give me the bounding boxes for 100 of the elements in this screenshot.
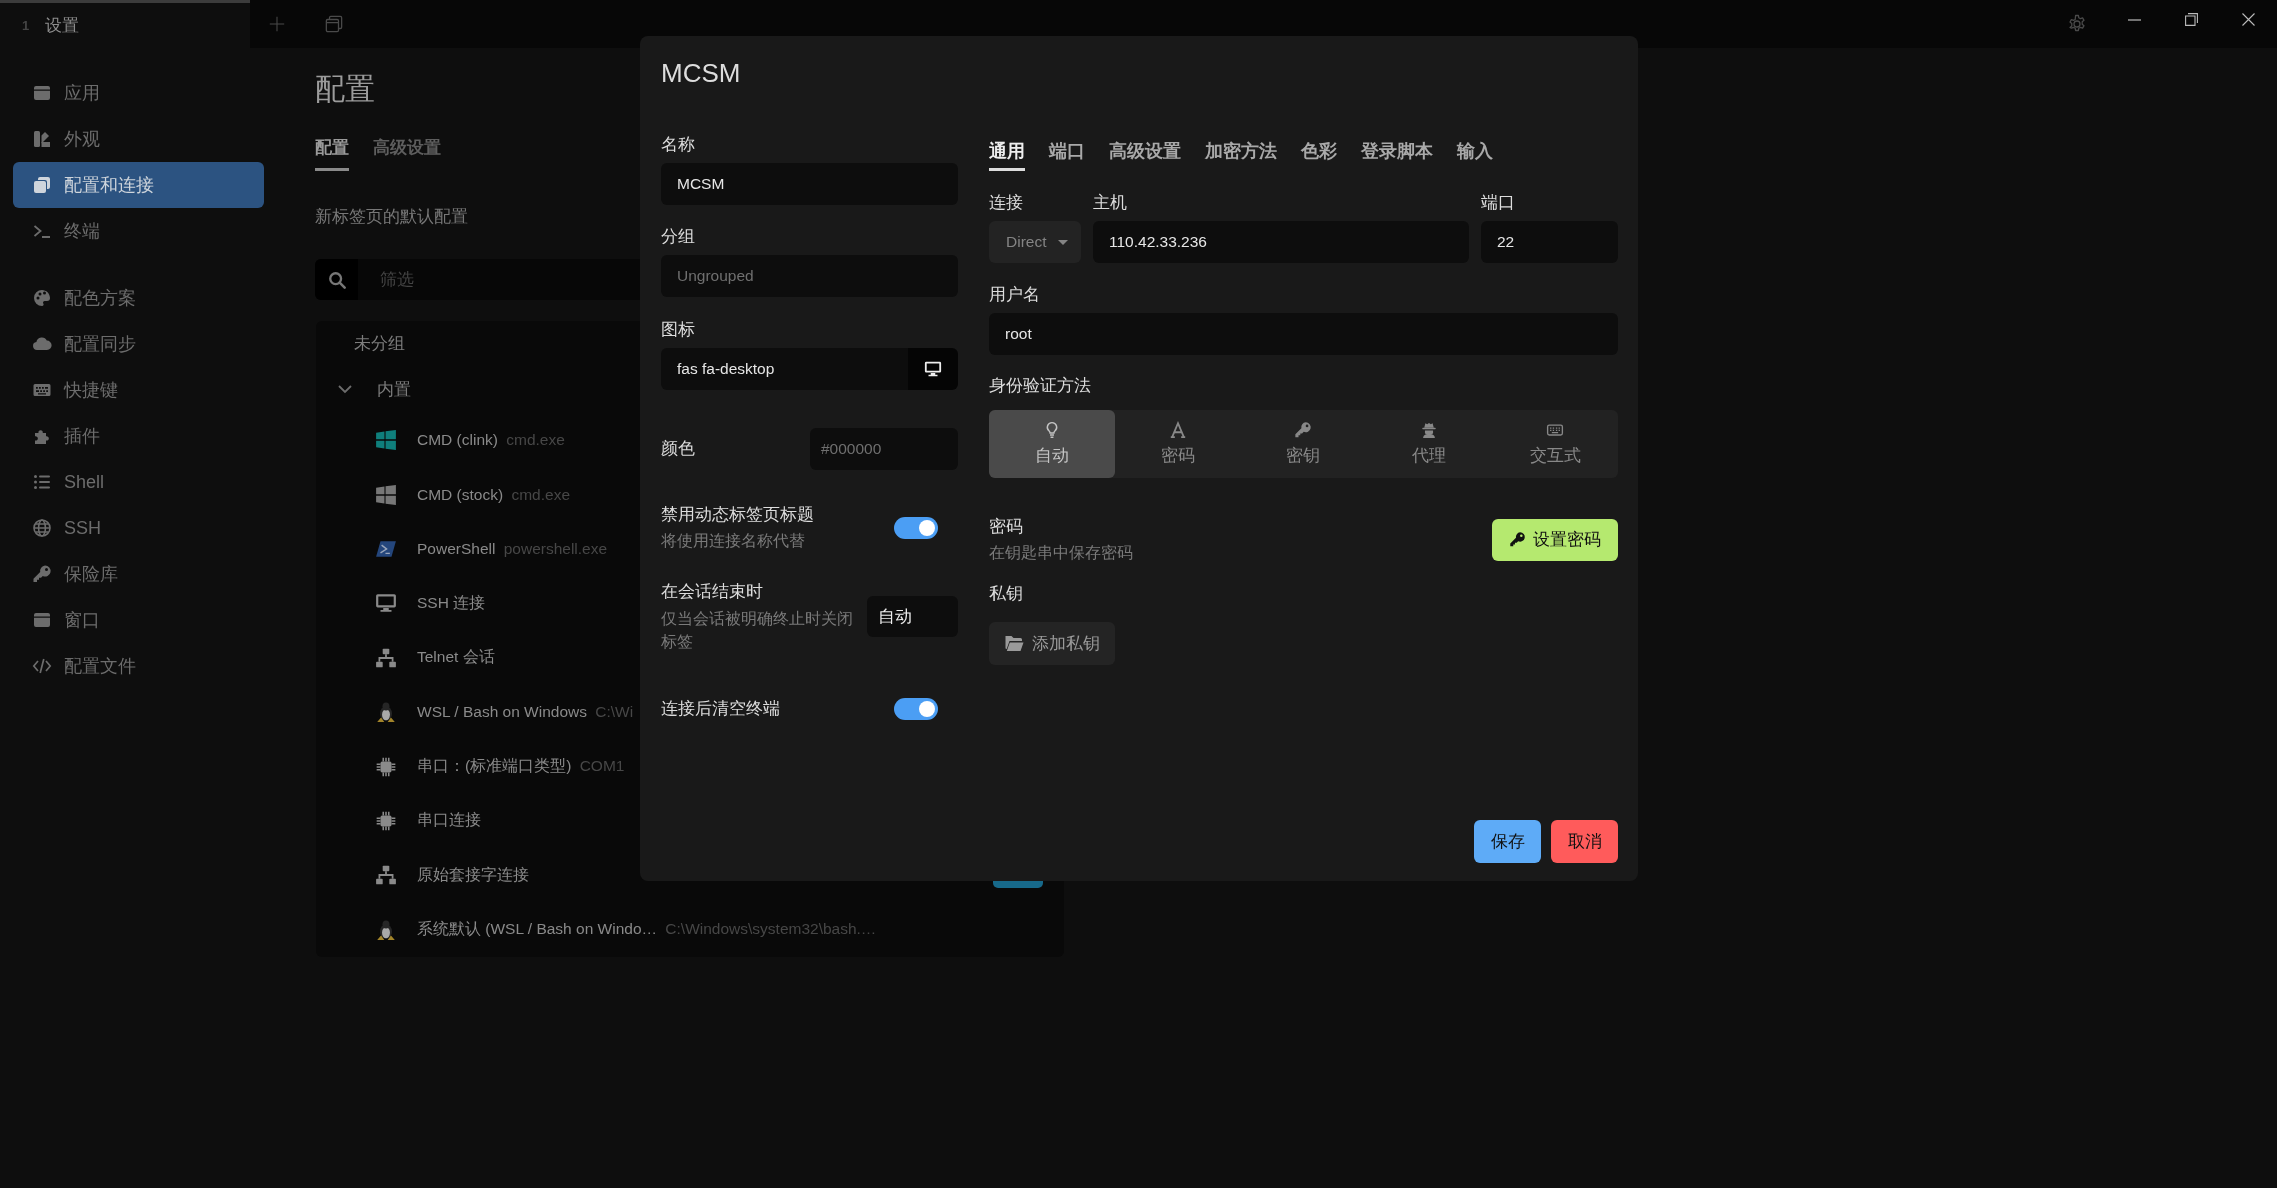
profile-item[interactable]: 原始套接字连接 [375, 848, 534, 903]
sidebar-item[interactable]: 应用 [13, 70, 264, 116]
setting-label: 在会话结束时 [661, 581, 763, 603]
field-label: 连接 [989, 192, 1023, 214]
sidebar-item[interactable]: 快捷键 [13, 367, 264, 413]
copy-icon [32, 175, 52, 195]
tab[interactable]: 加密方法 [1205, 139, 1277, 171]
name-field[interactable]: MCSM [661, 163, 958, 205]
profile-item[interactable]: 串口：(标准端口类型) COM1 [375, 739, 625, 794]
palette-icon [32, 288, 52, 308]
session-end-select[interactable]: 自动 [867, 596, 958, 637]
profile-item[interactable]: Telnet 会话 [375, 630, 499, 685]
chip-icon [375, 755, 397, 778]
field-label: 主机 [1093, 192, 1127, 214]
swatchbook-icon [32, 129, 52, 149]
partial-button[interactable] [993, 881, 1043, 888]
sidebar-item[interactable]: 保险库 [13, 551, 264, 597]
cancel-button[interactable]: 取消 [1551, 820, 1618, 863]
profile-item[interactable]: PowerShell powershell.exe [375, 521, 608, 577]
setting-label: 禁用动态标签页标题 [661, 504, 814, 526]
field-label: 颜色 [661, 438, 695, 460]
sidebar-item[interactable]: 配置同步 [13, 321, 264, 367]
setting-label: 密码 [989, 516, 1023, 538]
field-label: 身份验证方法 [989, 375, 1091, 397]
network-icon [375, 864, 397, 887]
windows-logo-icon [375, 483, 397, 506]
monitor-icon [923, 360, 943, 378]
field-label: 图标 [661, 319, 695, 341]
section-title: 新标签页的默认配置 [315, 206, 468, 228]
field-label: 私钥 [989, 583, 1023, 605]
tab[interactable]: 登录脚本 [1361, 139, 1433, 171]
list-icon [32, 472, 52, 492]
key-icon [1509, 531, 1526, 548]
icon-preview-button[interactable] [908, 348, 958, 390]
key-icon [1294, 421, 1313, 439]
auth-method-button[interactable]: 密码 [1114, 410, 1241, 478]
field-label: 名称 [661, 134, 695, 156]
profile-item[interactable]: WSL / Bash on Windows C:\Wi [375, 684, 634, 740]
group-header[interactable]: 内置 [338, 365, 411, 413]
caret-icon [1058, 239, 1068, 245]
sidebar-item[interactable]: Shell [13, 459, 264, 505]
setting-label: 连接后清空终端 [661, 698, 780, 720]
close-icon[interactable] [2242, 13, 2255, 26]
key-icon [32, 564, 52, 584]
field-label: 端口 [1481, 192, 1515, 214]
sidebar-item[interactable]: 配置和连接 [13, 162, 264, 208]
tab[interactable]: 配置 [315, 136, 349, 171]
penguin-icon [375, 918, 397, 941]
monitor-icon [375, 592, 397, 615]
username-field[interactable]: root [989, 313, 1618, 355]
save-button[interactable]: 保存 [1474, 820, 1541, 863]
keyboard-icon [1546, 421, 1565, 439]
tab[interactable]: 输入 [1457, 139, 1493, 171]
sidebar-item[interactable]: SSH [13, 505, 264, 551]
window-icon [32, 83, 52, 103]
sidebar-item[interactable]: 配置文件 [13, 643, 264, 689]
font-icon [1168, 421, 1187, 439]
network-icon [375, 646, 397, 669]
profile-item[interactable]: 系统默认 (WSL / Bash on Windo… C:\Windows\system32\bash.… [375, 902, 877, 957]
tab[interactable]: 高级设置 [1109, 139, 1181, 171]
group-field[interactable]: Ungrouped [661, 255, 958, 297]
field-label: 用户名 [989, 284, 1040, 306]
folder-icon [1004, 635, 1024, 652]
set-password-button[interactable]: 设置密码 [1492, 518, 1618, 561]
color-field[interactable]: #000000 [810, 428, 958, 470]
code-icon [32, 656, 52, 676]
chip-icon [375, 809, 397, 832]
sidebar-item[interactable]: 配色方案 [13, 275, 264, 321]
auth-method-button[interactable]: 密钥 [1240, 410, 1367, 478]
spy-icon [1420, 421, 1439, 439]
auth-method-button[interactable]: 交互式 [1492, 410, 1618, 478]
profile-item[interactable]: 串口连接 [375, 793, 486, 849]
window-icon [32, 610, 52, 630]
sidebar-item[interactable]: 窗口 [13, 597, 264, 643]
sidebar-item[interactable]: 插件 [13, 413, 264, 459]
icon-field[interactable]: fas fa-desktop [661, 348, 908, 390]
sidebar-item[interactable]: 外观 [13, 116, 264, 162]
field-label: 分组 [661, 226, 695, 248]
profile-item[interactable]: CMD (stock) cmd.exe [375, 467, 570, 522]
host-field[interactable]: 110.42.33.236 [1093, 221, 1469, 263]
setting-description: 在钥匙串中保存密码 [989, 543, 1133, 563]
group-header[interactable]: 未分组 [354, 321, 405, 365]
restore-icon[interactable] [2185, 13, 2198, 26]
toggle-switch[interactable] [894, 698, 938, 720]
globe-icon [32, 518, 52, 538]
profile-item[interactable]: CMD (clink) cmd.exe [375, 413, 565, 468]
port-field[interactable]: 22 [1481, 221, 1618, 263]
tab[interactable]: 高级设置 [373, 136, 441, 171]
dialog-title: MCSM [661, 57, 741, 90]
tab[interactable]: 端口 [1049, 139, 1085, 171]
tab[interactable]: 通用 [989, 139, 1025, 171]
profile-item[interactable]: SSH 连接 [375, 576, 490, 631]
setting-description: 将使用连接名称代替 [661, 531, 806, 551]
page-title: 配置 [315, 71, 375, 107]
auth-method-button[interactable]: 代理 [1366, 410, 1493, 478]
auth-method-button[interactable]: 自动 [989, 410, 1115, 478]
sidebar-item[interactable]: 终端 [13, 208, 264, 254]
toggle-switch[interactable] [894, 516, 938, 539]
add-private-key-button[interactable]: 添加私钥 [989, 622, 1115, 665]
tab[interactable]: 色彩 [1301, 139, 1337, 171]
